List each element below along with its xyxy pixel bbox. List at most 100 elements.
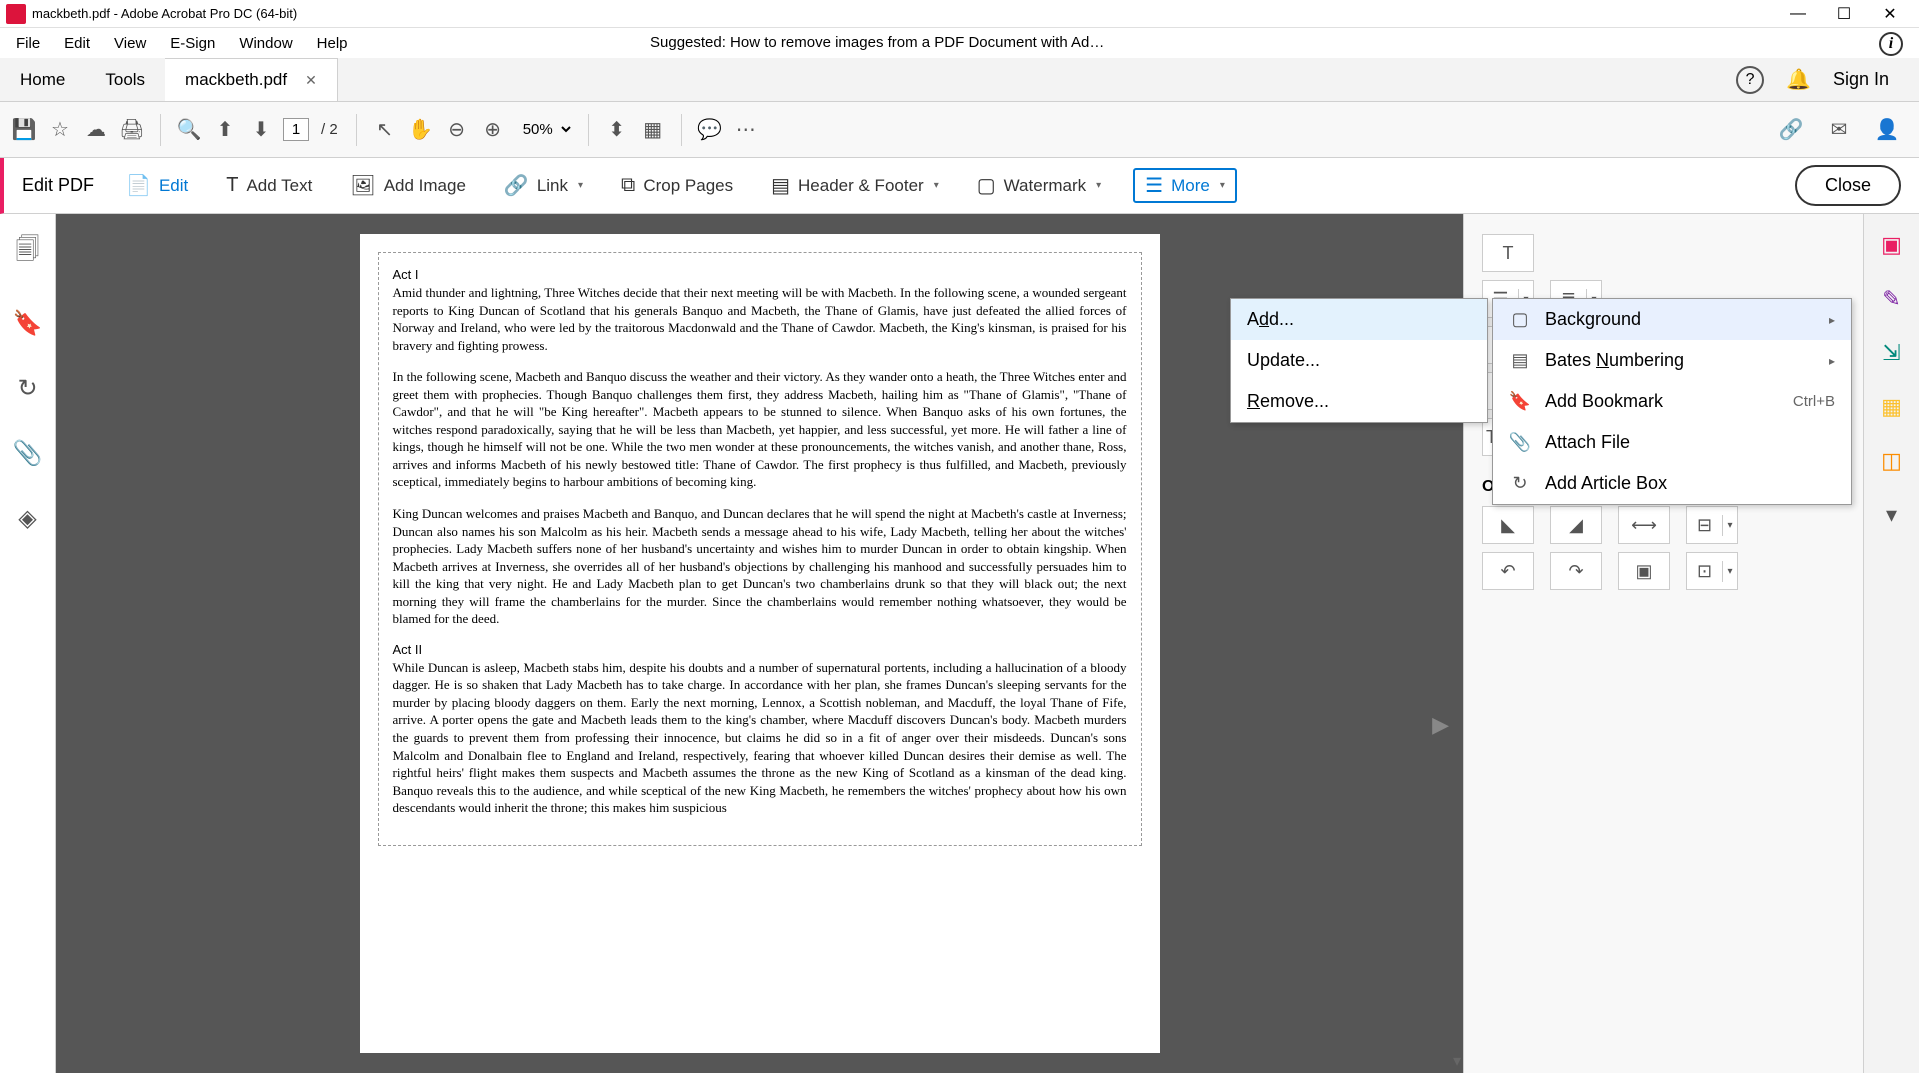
sign-in-button[interactable]: Sign In bbox=[1833, 69, 1889, 90]
tab-close-icon[interactable]: ✕ bbox=[305, 72, 317, 89]
close-window-button[interactable]: ✕ bbox=[1881, 5, 1899, 23]
background-icon: ▢ bbox=[1509, 309, 1531, 330]
fit-width-icon[interactable]: ⬍ bbox=[603, 116, 631, 144]
more-dropdown: ▢ Background▸ ▤ Bates Numbering▸ 🔖 Add B… bbox=[1492, 298, 1852, 505]
menu-esign[interactable]: E-Sign bbox=[158, 31, 227, 56]
help-icon[interactable]: ? bbox=[1736, 66, 1764, 94]
text-format-button[interactable]: T bbox=[1482, 234, 1534, 272]
zoom-in-icon[interactable]: ⊕ bbox=[479, 116, 507, 144]
scroll-down-icon[interactable]: ▾ bbox=[1453, 1051, 1461, 1071]
more-bookmark-item[interactable]: 🔖 Add BookmarkCtrl+B bbox=[1493, 381, 1851, 422]
watermark-update-item[interactable]: Update... bbox=[1231, 340, 1487, 381]
link-icon: 🔗 bbox=[504, 173, 529, 198]
notifications-icon[interactable]: 🔔 bbox=[1786, 67, 1811, 92]
page-number-input[interactable] bbox=[283, 118, 309, 141]
tab-tools[interactable]: Tools bbox=[85, 58, 165, 101]
watermark-add-item[interactable]: Add... bbox=[1231, 299, 1487, 340]
doc-paragraph[interactable]: In the following scene, Macbeth and Banq… bbox=[393, 368, 1127, 491]
close-editbar-button[interactable]: Close bbox=[1795, 165, 1901, 206]
zoom-select[interactable]: 50% bbox=[515, 118, 574, 141]
menu-view[interactable]: View bbox=[102, 31, 158, 56]
arrange-button[interactable]: ⊡▾ bbox=[1686, 552, 1738, 590]
watermark-tool[interactable]: ▢Watermark▾ bbox=[971, 169, 1107, 202]
link-tool[interactable]: 🔗Link▾ bbox=[498, 169, 589, 202]
doc-paragraph[interactable]: Amid thunder and lightning, Three Witche… bbox=[393, 284, 1127, 354]
zoom-out-icon[interactable]: ⊖ bbox=[443, 116, 471, 144]
watermark-icon: ▢ bbox=[977, 173, 996, 198]
rotate-left-button[interactable]: ↶ bbox=[1482, 552, 1534, 590]
watermark-dropdown: Add... Update... Remove... bbox=[1230, 298, 1488, 423]
page-down-icon[interactable]: ⬇ bbox=[247, 116, 275, 144]
crop-pages-tool[interactable]: ⧉Crop Pages bbox=[615, 170, 739, 201]
replace-image-button[interactable]: ▣ bbox=[1618, 552, 1670, 590]
expand-tools-icon[interactable]: ▾ bbox=[1886, 502, 1897, 528]
menu-edit[interactable]: Edit bbox=[52, 31, 102, 56]
more-attach-item[interactable]: 📎 Attach File bbox=[1493, 422, 1851, 463]
comment-icon[interactable]: 💬 bbox=[696, 116, 724, 144]
document-page[interactable]: Act I Amid thunder and lightning, Three … bbox=[360, 234, 1160, 1053]
find-icon[interactable]: 🔍 bbox=[175, 116, 203, 144]
bookmarks-icon[interactable]: 🔖 bbox=[13, 309, 43, 338]
select-tool-icon[interactable]: ↖ bbox=[371, 116, 399, 144]
act1-heading: Act I bbox=[393, 267, 1127, 282]
attachments-icon[interactable]: 📎 bbox=[13, 439, 43, 468]
acrobat-icon bbox=[6, 4, 26, 24]
more-bates-item[interactable]: ▤ Bates Numbering▸ bbox=[1493, 340, 1851, 381]
create-pdf-icon[interactable]: ▣ bbox=[1881, 232, 1902, 258]
expand-right-icon[interactable]: ▶ bbox=[1432, 712, 1449, 738]
crop-icon: ⧉ bbox=[621, 174, 635, 197]
reflow-icon[interactable]: ↻ bbox=[17, 374, 37, 403]
star-icon[interactable]: ☆ bbox=[46, 116, 74, 144]
maximize-button[interactable]: ☐ bbox=[1835, 5, 1853, 23]
page-display-icon[interactable]: ▦ bbox=[639, 116, 667, 144]
crop-object-button[interactable]: ⟷ bbox=[1618, 506, 1670, 544]
layers-icon[interactable]: ◈ bbox=[18, 504, 36, 533]
page-up-icon[interactable]: ⬆ bbox=[211, 116, 239, 144]
info-icon[interactable]: i bbox=[1879, 32, 1903, 56]
article-icon: ↻ bbox=[1509, 473, 1531, 494]
export-pdf-icon[interactable]: ⇲ bbox=[1882, 340, 1900, 366]
image-icon: 🖼 bbox=[350, 173, 375, 198]
more-tools-icon[interactable]: ⋯ bbox=[732, 116, 760, 144]
account-icon[interactable]: 👤 bbox=[1873, 116, 1901, 144]
doc-paragraph[interactable]: While Duncan is asleep, Macbeth stabs hi… bbox=[393, 659, 1127, 817]
tab-home[interactable]: Home bbox=[0, 58, 85, 101]
cloud-upload-icon[interactable]: ☁ bbox=[82, 116, 110, 144]
email-icon[interactable]: ✉ bbox=[1825, 116, 1853, 144]
more-article-item[interactable]: ↻ Add Article Box bbox=[1493, 463, 1851, 504]
print-icon[interactable]: 🖨 bbox=[118, 116, 146, 144]
menu-help[interactable]: Help bbox=[305, 31, 360, 56]
header-icon: ▤ bbox=[771, 173, 790, 198]
rotate-right-button[interactable]: ↷ bbox=[1550, 552, 1602, 590]
bates-icon: ▤ bbox=[1509, 350, 1531, 371]
tab-document-label: mackbeth.pdf bbox=[185, 70, 287, 90]
combine-files-icon[interactable]: ◫ bbox=[1881, 448, 1902, 474]
minimize-button[interactable]: — bbox=[1789, 5, 1807, 23]
tab-document[interactable]: mackbeth.pdf ✕ bbox=[165, 58, 338, 101]
more-background-item[interactable]: ▢ Background▸ bbox=[1493, 299, 1851, 340]
doc-paragraph[interactable]: King Duncan welcomes and praises Macbeth… bbox=[393, 505, 1127, 628]
add-text-tool[interactable]: TAdd Text bbox=[220, 170, 318, 201]
hand-tool-icon[interactable]: ✋ bbox=[407, 116, 435, 144]
flip-horizontal-button[interactable]: ◣ bbox=[1482, 506, 1534, 544]
align-objects-button[interactable]: ⊟▾ bbox=[1686, 506, 1738, 544]
menu-window[interactable]: Window bbox=[227, 31, 304, 56]
organize-pages-icon[interactable]: ▦ bbox=[1881, 394, 1902, 420]
bookmark-icon: 🔖 bbox=[1509, 391, 1531, 412]
flip-vertical-button[interactable]: ◢ bbox=[1550, 506, 1602, 544]
link-tool-icon[interactable]: 🔗 bbox=[1777, 116, 1805, 144]
thumbnails-icon[interactable]: 🗐 bbox=[16, 232, 40, 273]
edit-icon: 📄 bbox=[126, 173, 151, 198]
window-title: mackbeth.pdf - Adobe Acrobat Pro DC (64-… bbox=[32, 6, 1789, 21]
header-footer-tool[interactable]: ▤Header & Footer▾ bbox=[765, 169, 945, 202]
more-tool[interactable]: ☰More▾ bbox=[1133, 168, 1237, 203]
text-icon: T bbox=[226, 174, 238, 197]
edit-tool[interactable]: 📄Edit bbox=[120, 169, 194, 202]
edit-pdf-icon[interactable]: ✎ bbox=[1882, 286, 1900, 312]
add-image-tool[interactable]: 🖼Add Image bbox=[344, 169, 472, 202]
menu-file[interactable]: File bbox=[4, 31, 52, 56]
attach-icon: 📎 bbox=[1509, 432, 1531, 453]
watermark-remove-item[interactable]: Remove... bbox=[1231, 381, 1487, 422]
suggested-banner[interactable]: Suggested: How to remove images from a P… bbox=[640, 30, 1669, 60]
save-icon[interactable]: 💾 bbox=[10, 116, 38, 144]
